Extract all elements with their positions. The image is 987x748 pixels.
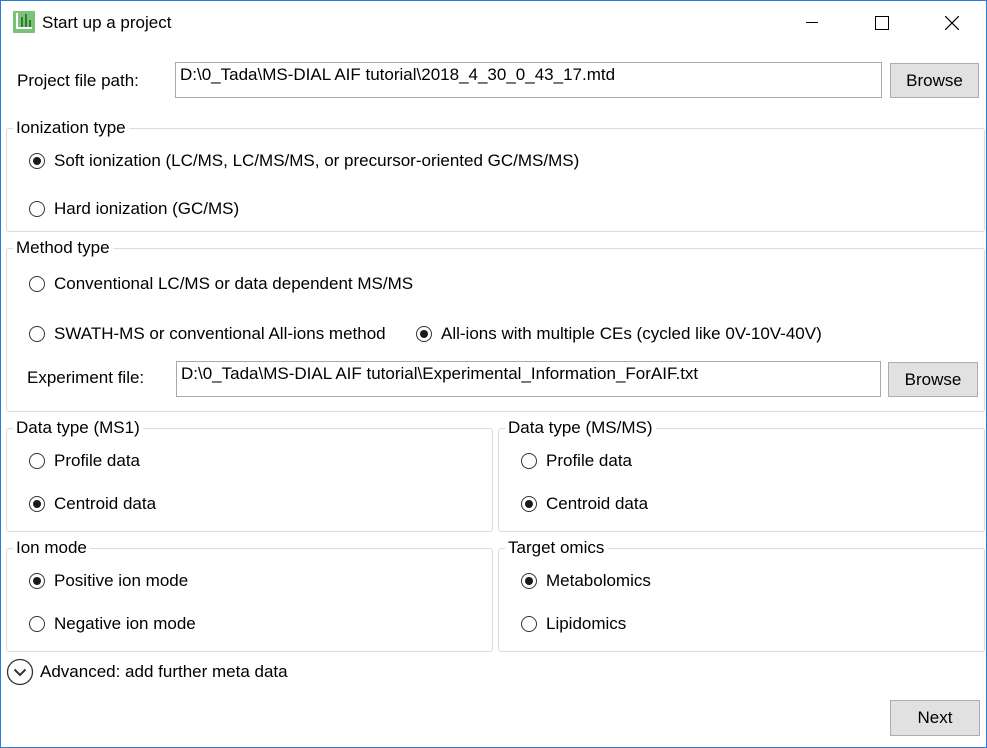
- advanced-expander-label[interactable]: Advanced: add further meta data: [40, 662, 288, 682]
- experiment-file-input[interactable]: D:\0_Tada\MS-DIAL AIF tutorial\Experimen…: [176, 361, 881, 397]
- maximize-button[interactable]: [859, 1, 905, 45]
- target-omics-group: [498, 548, 985, 652]
- project-browse-button[interactable]: Browse: [890, 63, 979, 98]
- minimize-button[interactable]: [789, 1, 835, 45]
- radio-label: Centroid data: [546, 494, 649, 513]
- radio-unchecked-indicator: [29, 201, 45, 217]
- startup-project-window: Start up a project Project file path: D:…: [0, 0, 987, 748]
- ion-mode-title: Ion mode: [13, 538, 90, 558]
- ion-mode-group: [6, 548, 493, 652]
- radio-unchecked-indicator: [29, 326, 45, 342]
- method-type-title: Method type: [13, 238, 113, 258]
- radio-label: Metabolomics: [546, 571, 651, 590]
- radio-label: Profile data: [54, 451, 140, 470]
- radio-label: Soft ionization (LC/MS, LC/MS/MS, or pre…: [54, 151, 580, 170]
- minimize-icon: [806, 22, 818, 23]
- msdial-app-icon: [13, 11, 35, 33]
- radio-label: Centroid data: [54, 494, 157, 513]
- radio-msms-centroid[interactable]: Centroid data: [521, 494, 648, 514]
- window-title: Start up a project: [42, 13, 172, 32]
- project-path-input[interactable]: D:\0_Tada\MS-DIAL AIF tutorial\2018_4_30…: [175, 62, 882, 98]
- radio-soft-ionization[interactable]: Soft ionization (LC/MS, LC/MS/MS, or pre…: [29, 151, 579, 171]
- radio-label: Negative ion mode: [54, 614, 196, 633]
- radio-label: Lipidomics: [546, 614, 627, 633]
- radio-checked-indicator: [521, 573, 537, 589]
- project-path-label: Project file path:: [17, 71, 139, 90]
- radio-label: All-ions with multiple CEs (cycled like …: [441, 324, 822, 343]
- radio-positive-ion-mode[interactable]: Positive ion mode: [29, 571, 188, 591]
- radio-negative-ion-mode[interactable]: Negative ion mode: [29, 614, 196, 634]
- experiment-browse-button[interactable]: Browse: [888, 362, 978, 397]
- target-omics-title: Target omics: [505, 538, 608, 558]
- radio-checked-indicator: [521, 496, 537, 512]
- radio-checked-indicator: [29, 153, 45, 169]
- radio-unchecked-indicator: [29, 453, 45, 469]
- maximize-icon: [875, 16, 889, 30]
- radio-unchecked-indicator: [521, 453, 537, 469]
- radio-unchecked-indicator: [29, 276, 45, 292]
- radio-ms1-centroid[interactable]: Centroid data: [29, 494, 156, 514]
- radio-label: Hard ionization (GC/MS): [54, 199, 240, 218]
- radio-unchecked-indicator: [521, 616, 537, 632]
- radio-metabolomics[interactable]: Metabolomics: [521, 571, 651, 591]
- data-type-msms-group: [498, 428, 985, 532]
- radio-label: Profile data: [546, 451, 632, 470]
- radio-checked-indicator: [416, 326, 432, 342]
- radio-label: Conventional LC/MS or data dependent MS/…: [54, 274, 414, 293]
- data-type-ms1-group: [6, 428, 493, 532]
- radio-all-ions-multiple-ces[interactable]: All-ions with multiple CEs (cycled like …: [416, 324, 822, 344]
- radio-label: Positive ion mode: [54, 571, 189, 590]
- experiment-file-label: Experiment file:: [27, 368, 145, 387]
- radio-ms1-profile[interactable]: Profile data: [29, 451, 140, 471]
- radio-label: SWATH-MS or conventional All-ions method: [54, 324, 386, 343]
- data-type-ms1-title: Data type (MS1): [13, 418, 143, 438]
- chevron-down-icon[interactable]: [6, 658, 34, 686]
- next-button[interactable]: Next: [890, 700, 980, 736]
- radio-hard-ionization[interactable]: Hard ionization (GC/MS): [29, 199, 239, 219]
- title-bar[interactable]: Start up a project: [1, 1, 986, 45]
- radio-lipidomics[interactable]: Lipidomics: [521, 614, 626, 634]
- radio-unchecked-indicator: [29, 616, 45, 632]
- close-icon: [945, 16, 959, 30]
- data-type-msms-title: Data type (MS/MS): [505, 418, 656, 438]
- radio-swath-ms[interactable]: SWATH-MS or conventional All-ions method: [29, 324, 399, 344]
- radio-checked-indicator: [29, 573, 45, 589]
- ionization-type-title: Ionization type: [13, 118, 129, 138]
- radio-msms-profile[interactable]: Profile data: [521, 451, 632, 471]
- close-button[interactable]: [929, 1, 975, 45]
- radio-conventional-lcms[interactable]: Conventional LC/MS or data dependent MS/…: [29, 274, 413, 294]
- radio-checked-indicator: [29, 496, 45, 512]
